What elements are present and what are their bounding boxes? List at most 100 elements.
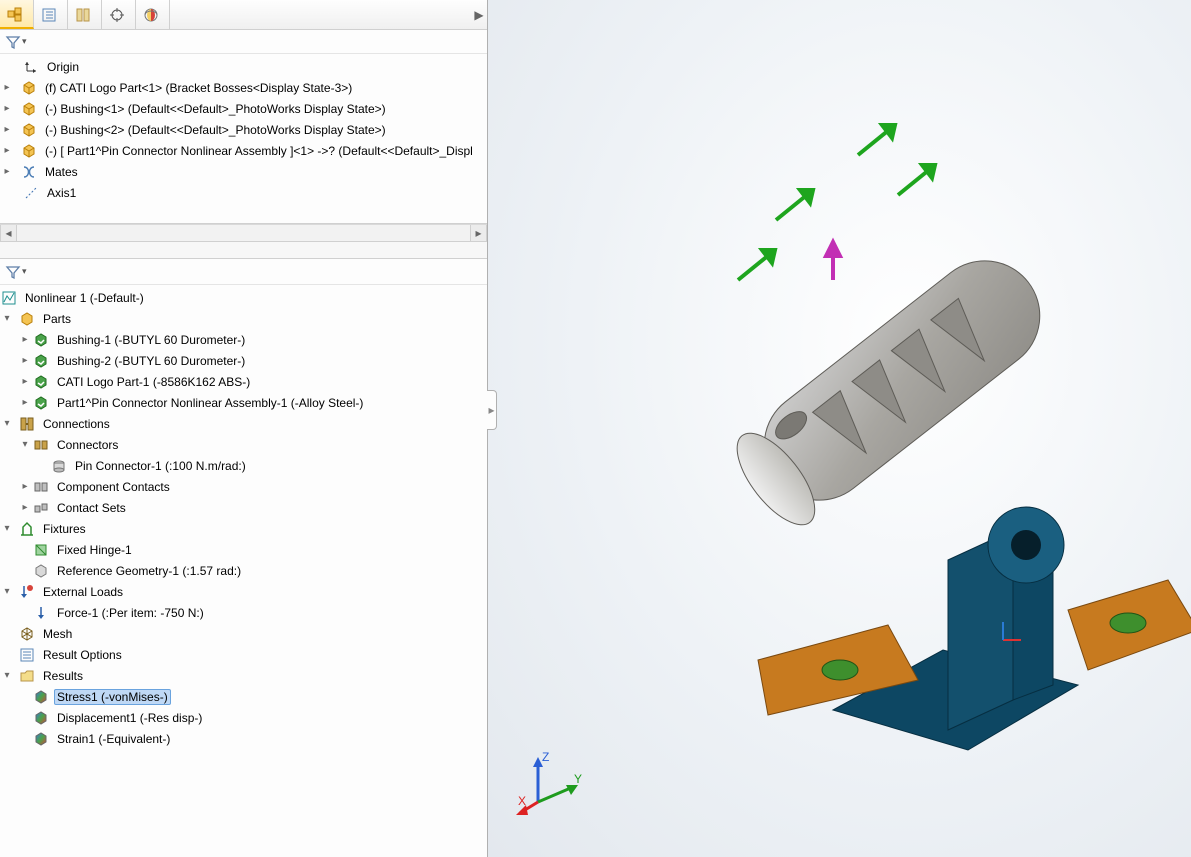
node-label: Displacement1 (-Res disp-) [54,710,205,726]
expand-toggle[interactable]: ▸ [18,376,32,387]
tab-property-manager[interactable] [34,0,68,29]
sim-part-node[interactable]: ▸ Bushing-2 (-BUTYL 60 Durometer-) [0,350,487,371]
expand-toggle[interactable]: ▸ [18,397,32,408]
connector-item[interactable]: Pin Connector-1 (:100 N.m/rad:) [0,455,487,476]
funnel-icon[interactable] [6,265,20,279]
load-item[interactable]: Force-1 (:Per item: -750 N:) [0,602,487,623]
node-label: Origin [44,59,82,75]
tab-display-manager[interactable] [136,0,170,29]
parts-group-icon [18,310,36,328]
svg-text:Y: Y [574,772,582,786]
expand-toggle[interactable]: ▾ [0,313,14,324]
result-plot-node[interactable]: Displacement1 (-Res disp-) [0,707,487,728]
fixture-item[interactable]: Reference Geometry-1 (:1.57 rad:) [0,560,487,581]
sim-part-node[interactable]: ▸ CATI Logo Part-1 (-8586K162 ABS-) [0,371,487,392]
connectors-group[interactable]: ▾ Connectors [0,434,487,455]
sim-part-node[interactable]: ▸ Part1^Pin Connector Nonlinear Assembly… [0,392,487,413]
expand-toggle[interactable]: ▾ [0,523,14,534]
simulation-tree: Nonlinear 1 (-Default-) ▾ Parts ▸ Bushin… [0,285,487,751]
feature-tree-pane[interactable]: Origin ▸ (f) CATI Logo Part<1> (Bracket … [0,54,487,224]
funnel-icon[interactable] [6,35,20,49]
history-icon [74,6,92,24]
expand-toggle[interactable]: ▸ [18,355,32,366]
component-contacts-node[interactable]: ▸ Component Contacts [0,476,487,497]
simulation-tree-pane[interactable]: Nonlinear 1 (-Default-) ▾ Parts ▸ Bushin… [0,285,487,857]
node-label: Component Contacts [54,479,173,495]
loads-group[interactable]: ▾ External Loads [0,581,487,602]
mates-node[interactable]: ▸ Mates [0,161,487,182]
expand-toggle[interactable]: ▸ [0,145,14,156]
expand-toggle[interactable]: ▸ [0,124,14,135]
strain-plot-icon [32,730,50,748]
fixed-hinge-icon [32,541,50,559]
connections-icon [18,415,36,433]
node-label: Connectors [54,437,121,453]
graphics-viewport[interactable]: ▸ [488,0,1191,857]
expand-toggle[interactable]: ▸ [0,166,14,177]
panel-flyout-handle[interactable]: ▸ [487,390,497,430]
contact-sets-node[interactable]: ▸ Contact Sets [0,497,487,518]
scroll-left-icon[interactable]: ◂ [0,225,17,242]
connections-group[interactable]: ▾ Connections [0,413,487,434]
component-contacts-icon [32,478,50,496]
node-label: Stress1 (-vonMises-) [54,689,171,705]
node-label: Parts [40,311,74,327]
chevron-down-icon[interactable]: ▾ [22,36,27,47]
fixture-item[interactable]: Fixed Hinge-1 [0,539,487,560]
expand-toggle[interactable]: ▾ [0,670,14,681]
cad-model-illustration [608,70,1168,770]
expand-toggle[interactable]: ▸ [18,481,32,492]
mesh-node[interactable]: Mesh [0,623,487,644]
material-part-icon [32,331,50,349]
results-group[interactable]: ▾ Results [0,665,487,686]
axis-node[interactable]: Axis1 [0,182,487,203]
node-label: Mates [42,164,81,180]
sim-part-node[interactable]: ▸ Bushing-1 (-BUTYL 60 Durometer-) [0,329,487,350]
tab-configuration-manager[interactable] [68,0,102,29]
contact-sets-icon [32,499,50,517]
tree-filter-row: ▾ [0,30,487,54]
expand-toggle[interactable]: ▸ [0,103,14,114]
expand-toggle[interactable]: ▸ [18,334,32,345]
connectors-icon [32,436,50,454]
result-plot-node[interactable]: Stress1 (-vonMises-) [0,686,487,707]
node-label: Part1^Pin Connector Nonlinear Assembly-1… [54,395,366,411]
node-label: Strain1 (-Equivalent-) [54,731,173,747]
expand-toggle[interactable]: ▾ [0,418,14,429]
feature-tree: Origin ▸ (f) CATI Logo Part<1> (Bracket … [0,54,487,205]
panel-overflow-arrow[interactable]: ▶ [471,0,487,29]
part-icon [20,100,38,118]
result-plot-node[interactable]: Strain1 (-Equivalent-) [0,728,487,749]
assembly-part-node[interactable]: ▸ (-) Bushing<2> (Default<<Default>_Phot… [0,119,487,140]
pane-divider[interactable] [0,241,487,259]
svg-text:Z: Z [542,750,549,764]
assembly-part-node[interactable]: ▸ (-) [ Part1^Pin Connector Nonlinear As… [0,140,487,161]
expand-toggle[interactable]: ▸ [18,502,32,513]
part-icon [20,79,38,97]
assembly-part-node[interactable]: ▸ (-) Bushing<1> (Default<<Default>_Phot… [0,98,487,119]
material-part-icon [32,352,50,370]
appearances-globe-icon [142,6,160,24]
study-icon [0,289,18,307]
stress-plot-icon [32,688,50,706]
study-node[interactable]: Nonlinear 1 (-Default-) [0,287,487,308]
scroll-right-icon[interactable]: ▸ [470,225,487,242]
result-options-node[interactable]: Result Options [0,644,487,665]
expand-toggle[interactable]: ▸ [0,82,14,93]
feature-tree-hscroll[interactable]: ◂ ▸ [0,224,487,241]
node-label: Pin Connector-1 (:100 N.m/rad:) [72,458,249,474]
expand-toggle[interactable]: ▾ [18,439,32,450]
chevron-down-icon[interactable]: ▾ [22,266,27,277]
tab-feature-manager[interactable] [0,0,34,29]
expand-toggle[interactable]: ▾ [0,586,14,597]
tab-dimxpert[interactable] [102,0,136,29]
fixtures-group[interactable]: ▾ Fixtures [0,518,487,539]
node-label: Results [40,668,86,684]
svg-text:X: X [518,794,526,808]
results-folder-icon [18,667,36,685]
assembly-part-node[interactable]: ▸ (f) CATI Logo Part<1> (Bracket Bosses<… [0,77,487,98]
origin-node[interactable]: Origin [0,56,487,77]
node-label: Force-1 (:Per item: -750 N:) [54,605,207,621]
parts-group[interactable]: ▾ Parts [0,308,487,329]
pin-connector-icon [50,457,68,475]
